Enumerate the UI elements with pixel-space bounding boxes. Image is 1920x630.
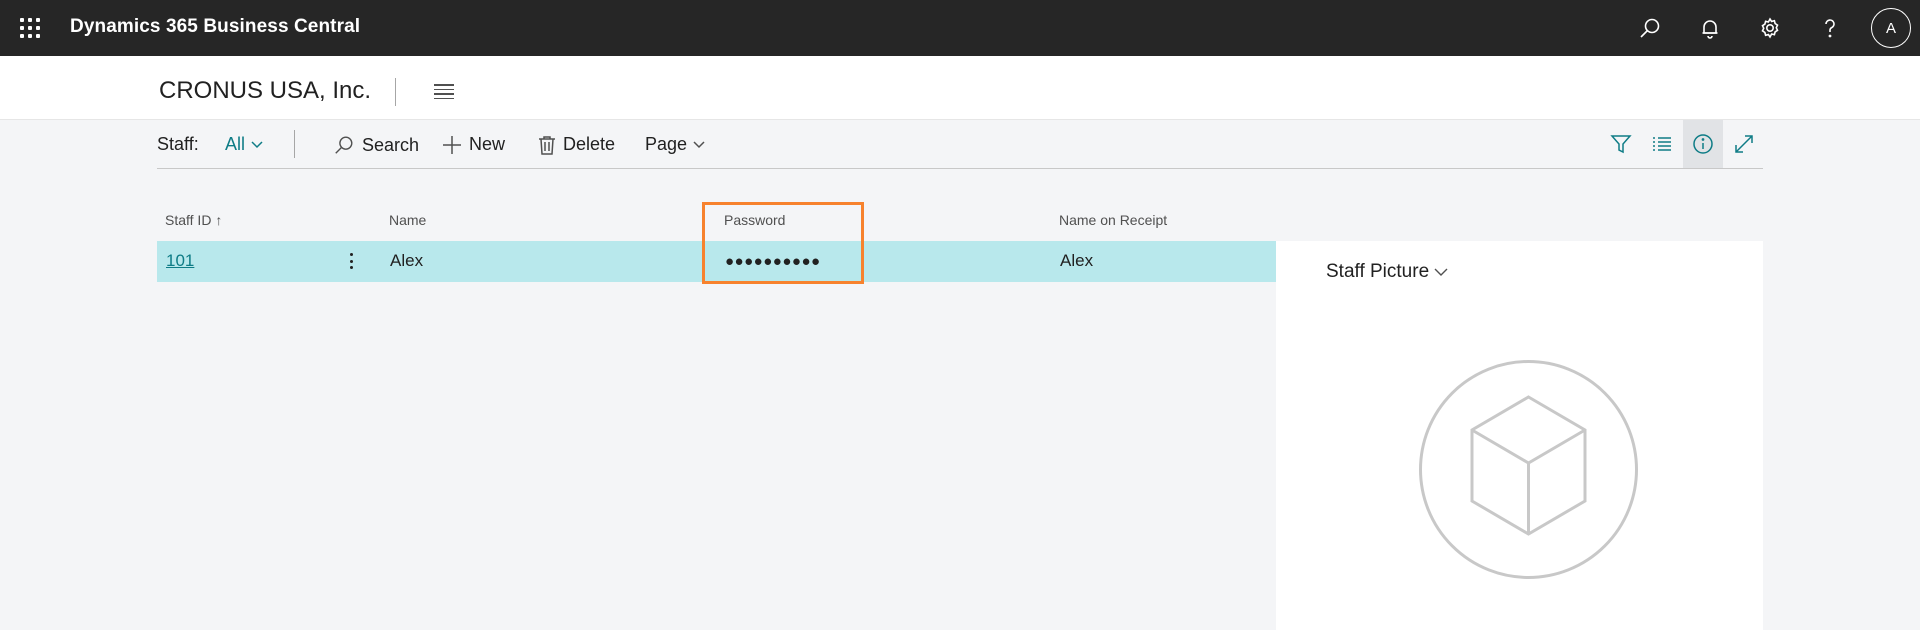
header-divider [395, 78, 396, 106]
view-filter-dropdown[interactable]: All [225, 134, 263, 155]
search-label: Search [362, 134, 420, 155]
staff-picture-factbox: Staff Picture [1276, 241, 1763, 630]
bell-icon[interactable] [1694, 12, 1726, 44]
new-label: New [469, 134, 506, 154]
chevron-down-icon [251, 140, 263, 148]
factbox-title[interactable]: Staff Picture [1326, 261, 1448, 283]
name-cell[interactable]: Alex [390, 251, 423, 271]
search-button[interactable]: Search [333, 134, 419, 156]
page-header: CRONUS USA, Inc. [0, 56, 1920, 120]
chevron-down-icon [1434, 268, 1448, 276]
app-bar: Dynamics 365 Business Central A [0, 0, 1920, 56]
column-header-staff-id-label: Staff ID [165, 212, 212, 228]
filter-pane-button[interactable] [1601, 120, 1641, 168]
factbox-toggle-button[interactable] [1683, 120, 1723, 168]
search-icon [335, 136, 353, 154]
picture-placeholder-icon [1418, 359, 1639, 580]
action-bar: Staff: All Search New Delete Page [157, 120, 1763, 169]
help-icon[interactable] [1814, 12, 1846, 44]
new-button[interactable]: New [442, 134, 505, 155]
column-header-name-on-receipt[interactable]: Name on Receipt [1059, 212, 1167, 228]
hamburger-menu-icon[interactable] [434, 84, 458, 100]
column-header-staff-id[interactable]: Staff ID ↑ [165, 212, 222, 228]
name-on-receipt-cell[interactable]: Alex [1060, 251, 1093, 271]
row-actions-icon[interactable] [345, 250, 357, 272]
delete-label: Delete [563, 134, 616, 154]
expand-icon [1735, 135, 1753, 153]
sort-ascending-icon: ↑ [215, 212, 223, 228]
staff-filter-label: Staff: [157, 134, 199, 154]
search-icon[interactable] [1634, 12, 1666, 44]
chevron-down-icon [693, 140, 705, 148]
page-menu-button[interactable]: Page [645, 134, 705, 155]
filter-icon [1610, 135, 1632, 154]
gear-icon[interactable] [1754, 12, 1786, 44]
column-header-name[interactable]: Name [389, 212, 426, 228]
info-icon [1693, 134, 1713, 154]
staff-id-cell[interactable]: 101 [166, 251, 194, 271]
list-icon [1653, 137, 1671, 151]
app-launcher-icon[interactable] [18, 16, 42, 40]
password-column-highlight [702, 202, 864, 284]
page-label: Page [645, 134, 688, 154]
user-avatar[interactable]: A [1871, 8, 1911, 48]
expand-button[interactable] [1724, 120, 1764, 168]
plus-icon [443, 135, 461, 154]
action-bar-divider [294, 130, 295, 158]
trash-icon [539, 135, 555, 155]
app-title: Dynamics 365 Business Central [70, 16, 361, 37]
company-name: CRONUS USA, Inc. [159, 77, 372, 104]
view-filter-value: All [225, 134, 246, 154]
list-view-button[interactable] [1642, 120, 1682, 168]
factbox-title-label: Staff Picture [1326, 261, 1430, 282]
delete-button[interactable]: Delete [538, 134, 615, 155]
